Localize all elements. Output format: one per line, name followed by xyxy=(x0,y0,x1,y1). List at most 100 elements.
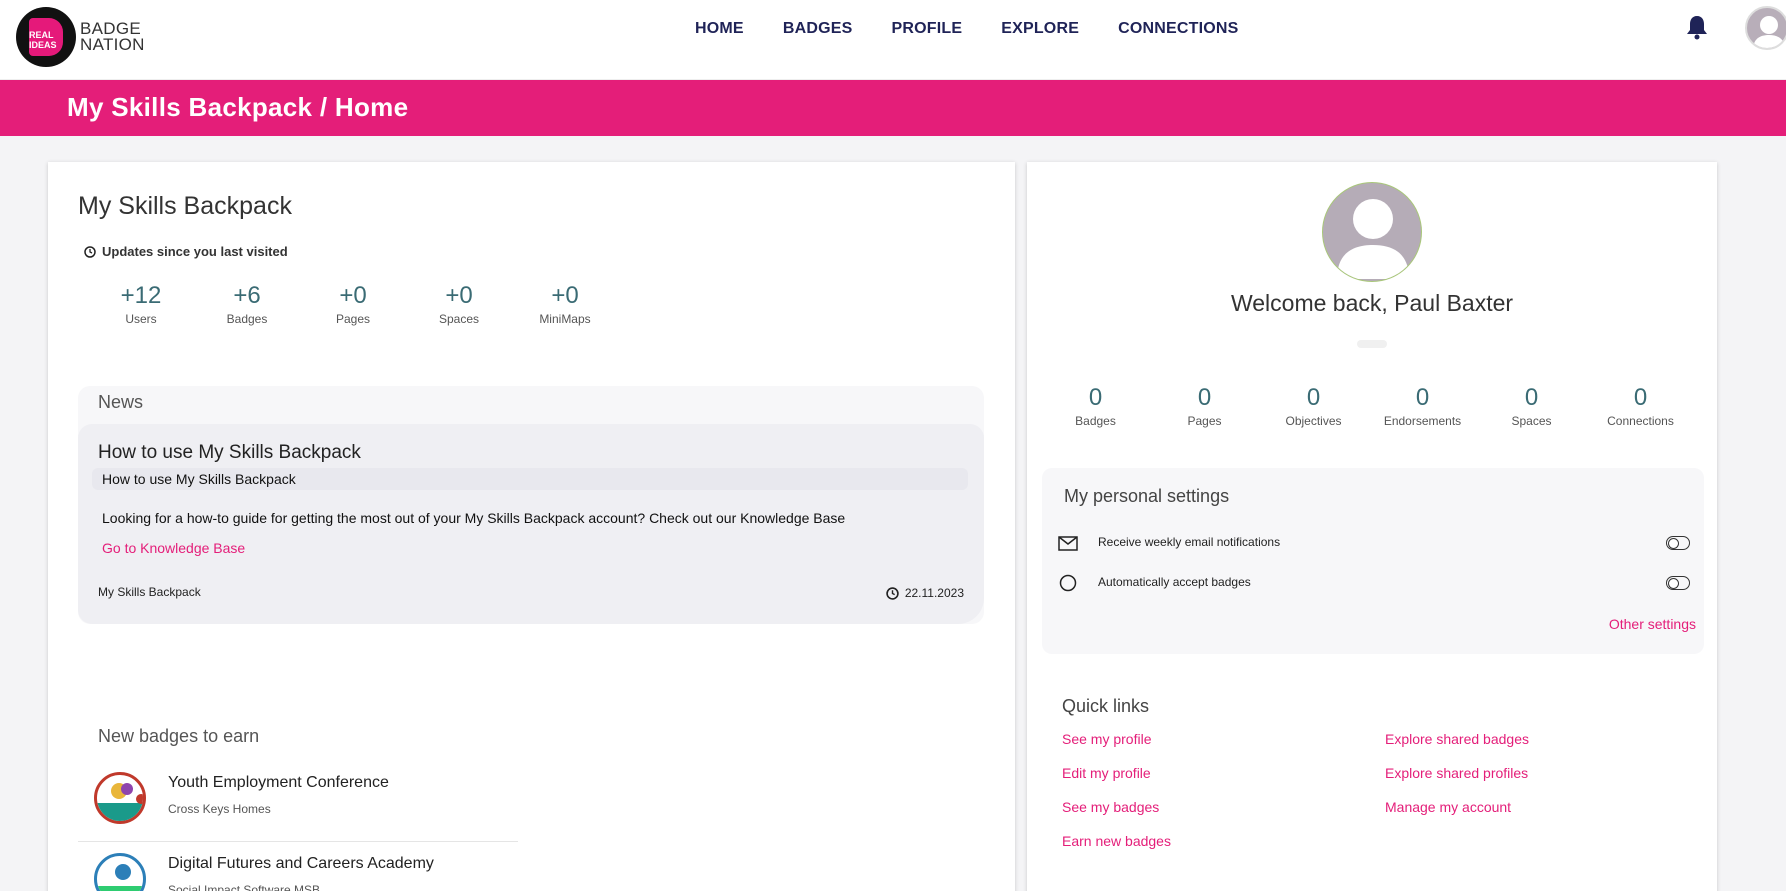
user-silhouette-icon xyxy=(1753,16,1785,48)
stat-users[interactable]: +12 Users xyxy=(88,282,194,326)
updates-text: Updates since you last visited xyxy=(102,244,288,259)
stat-value: +12 xyxy=(120,282,162,309)
badge-name: Digital Futures and Careers Academy xyxy=(168,855,434,872)
news-item-date: 22.11.2023 xyxy=(886,586,964,600)
stat-value: +0 xyxy=(339,282,367,309)
stat-label: Spaces xyxy=(1511,414,1552,428)
stat-label: Endorsements xyxy=(1383,414,1462,428)
status-pill xyxy=(1357,340,1387,348)
top-navbar: REAL IDEAS BADGE NATION HOME BADGES PROF… xyxy=(0,0,1786,80)
badge-issuer: Cross Keys Homes xyxy=(168,802,271,816)
setting-auto-accept: Automatically accept badges xyxy=(1058,572,1690,594)
nav-home[interactable]: HOME xyxy=(695,20,744,38)
quick-link-explore-badges[interactable]: Explore shared badges xyxy=(1385,731,1529,747)
badge-list-item[interactable]: Youth Employment Conference Cross Keys H… xyxy=(78,762,518,842)
quick-link-explore-profiles[interactable]: Explore shared profiles xyxy=(1385,765,1528,781)
stat-spaces[interactable]: 0 Spaces xyxy=(1477,384,1586,428)
updates-label: Updates since you last visited xyxy=(84,244,288,259)
stat-value: +0 xyxy=(445,282,473,309)
nav-profile[interactable]: PROFILE xyxy=(891,20,962,38)
stat-endorsements[interactable]: 0 Endorsements xyxy=(1368,384,1477,428)
email-notifications-toggle[interactable] xyxy=(1666,536,1690,550)
news-heading: News xyxy=(98,392,144,412)
clock-icon xyxy=(886,586,899,600)
stat-value: 0 xyxy=(1633,384,1648,411)
stat-label: Objectives xyxy=(1285,414,1342,428)
stat-value: +0 xyxy=(551,282,579,309)
backpack-card: My Skills Backpack Updates since you las… xyxy=(48,162,1015,891)
stat-value: 0 xyxy=(1524,384,1539,411)
stat-value: 0 xyxy=(1306,384,1321,411)
clock-icon xyxy=(84,245,96,258)
news-item: How to use My Skills Backpack How to use… xyxy=(78,424,984,624)
badge-emblem-icon xyxy=(97,783,143,821)
stat-label: Pages xyxy=(1187,414,1222,428)
stat-connections[interactable]: 0 Connections xyxy=(1586,384,1695,428)
new-badges-heading: New badges to earn xyxy=(98,726,260,746)
badge-image xyxy=(94,853,146,891)
nav-explore[interactable]: EXPLORE xyxy=(1001,20,1079,38)
profile-summary-card: Welcome back, Paul Baxter 0 Badges 0 Pages… xyxy=(1027,162,1717,891)
quick-links-heading: Quick links xyxy=(1062,696,1150,716)
news-item-subtitle: How to use My Skills Backpack xyxy=(92,468,968,490)
profile-stats: 0 Badges 0 Pages 0 Objectives 0 Endorsements… xyxy=(1041,384,1695,428)
quick-link-see-profile[interactable]: See my profile xyxy=(1062,731,1151,747)
stat-value: +6 xyxy=(233,282,261,309)
stat-spaces[interactable]: +0 Spaces xyxy=(406,282,512,326)
other-settings-link[interactable]: Other settings xyxy=(1609,616,1696,632)
stat-badges[interactable]: +6 Badges xyxy=(194,282,300,326)
stat-objectives[interactable]: 0 Objectives xyxy=(1259,384,1368,428)
news-item-description: Looking for a how-to guide for getting t… xyxy=(102,510,846,526)
badge-emblem-icon xyxy=(97,864,143,891)
nav-connections[interactable]: CONNECTIONS xyxy=(1118,20,1238,38)
brand-logo[interactable]: REAL IDEAS xyxy=(16,7,76,67)
envelope-icon xyxy=(1058,536,1078,551)
knowledge-base-link[interactable]: Go to Knowledge Base xyxy=(102,540,245,556)
profile-avatar[interactable] xyxy=(1322,182,1422,282)
stat-label: Badges xyxy=(1075,414,1116,428)
logo-mark: REAL IDEAS xyxy=(29,18,63,56)
auto-accept-toggle[interactable] xyxy=(1666,576,1690,590)
page-header-band: My Skills Backpack / Home xyxy=(0,80,1786,136)
backpack-title: My Skills Backpack xyxy=(78,192,292,220)
stat-label: MiniMaps xyxy=(539,312,591,326)
user-silhouette-icon xyxy=(1337,199,1409,279)
quick-link-earn-badges[interactable]: Earn new badges xyxy=(1062,833,1171,849)
news-item-source: My Skills Backpack xyxy=(98,585,201,599)
stat-minimaps[interactable]: +0 MiniMaps xyxy=(512,282,618,326)
settings-heading: My personal settings xyxy=(1064,486,1230,506)
nav-badges[interactable]: BADGES xyxy=(783,20,853,38)
badge-name: Youth Employment Conference xyxy=(168,774,389,791)
news-item-title: How to use My Skills Backpack xyxy=(98,442,361,463)
stat-value: 0 xyxy=(1415,384,1430,411)
stat-value: 0 xyxy=(1088,384,1103,411)
stat-label: Spaces xyxy=(438,312,480,326)
quick-link-edit-profile[interactable]: Edit my profile xyxy=(1062,765,1151,781)
update-stats: +12 Users +6 Badges +0 Pages +0 Spaces +0 Min… xyxy=(88,282,618,326)
news-section: News How to use My Skills Backpack How t… xyxy=(78,386,984,624)
news-date-text: 22.11.2023 xyxy=(904,586,964,600)
bell-icon[interactable] xyxy=(1685,14,1709,40)
brand-name: BADGE NATION xyxy=(80,20,145,54)
setting-label: Automatically accept badges xyxy=(1098,575,1251,589)
stat-label: Pages xyxy=(335,312,371,326)
badge-image xyxy=(94,772,146,824)
quick-link-manage-account[interactable]: Manage my account xyxy=(1385,799,1511,815)
main-nav: HOME BADGES PROFILE EXPLORE CONNECTIONS xyxy=(695,20,1239,38)
quick-link-see-badges[interactable]: See my badges xyxy=(1062,799,1159,815)
badge-list-item[interactable]: Digital Futures and Careers Academy Soci… xyxy=(78,843,518,891)
user-avatar[interactable] xyxy=(1745,6,1786,50)
welcome-message: Welcome back, Paul Baxter xyxy=(1230,290,1514,316)
stat-pages[interactable]: +0 Pages xyxy=(300,282,406,326)
stat-label: Badges xyxy=(226,312,268,326)
stat-label: Users xyxy=(125,312,157,326)
stat-value: 0 xyxy=(1197,384,1212,411)
badge-issuer: Social Impact Software MSB xyxy=(168,883,321,891)
personal-settings-panel: My personal settings Receive weekly emai… xyxy=(1042,468,1704,654)
stat-badges[interactable]: 0 Badges xyxy=(1041,384,1150,428)
circle-icon xyxy=(1059,574,1077,592)
brand-line-2: NATION xyxy=(80,35,145,54)
setting-email-notifications: Receive weekly email notifications xyxy=(1058,532,1690,554)
stat-pages[interactable]: 0 Pages xyxy=(1150,384,1259,428)
stat-label: Connections xyxy=(1607,414,1674,428)
